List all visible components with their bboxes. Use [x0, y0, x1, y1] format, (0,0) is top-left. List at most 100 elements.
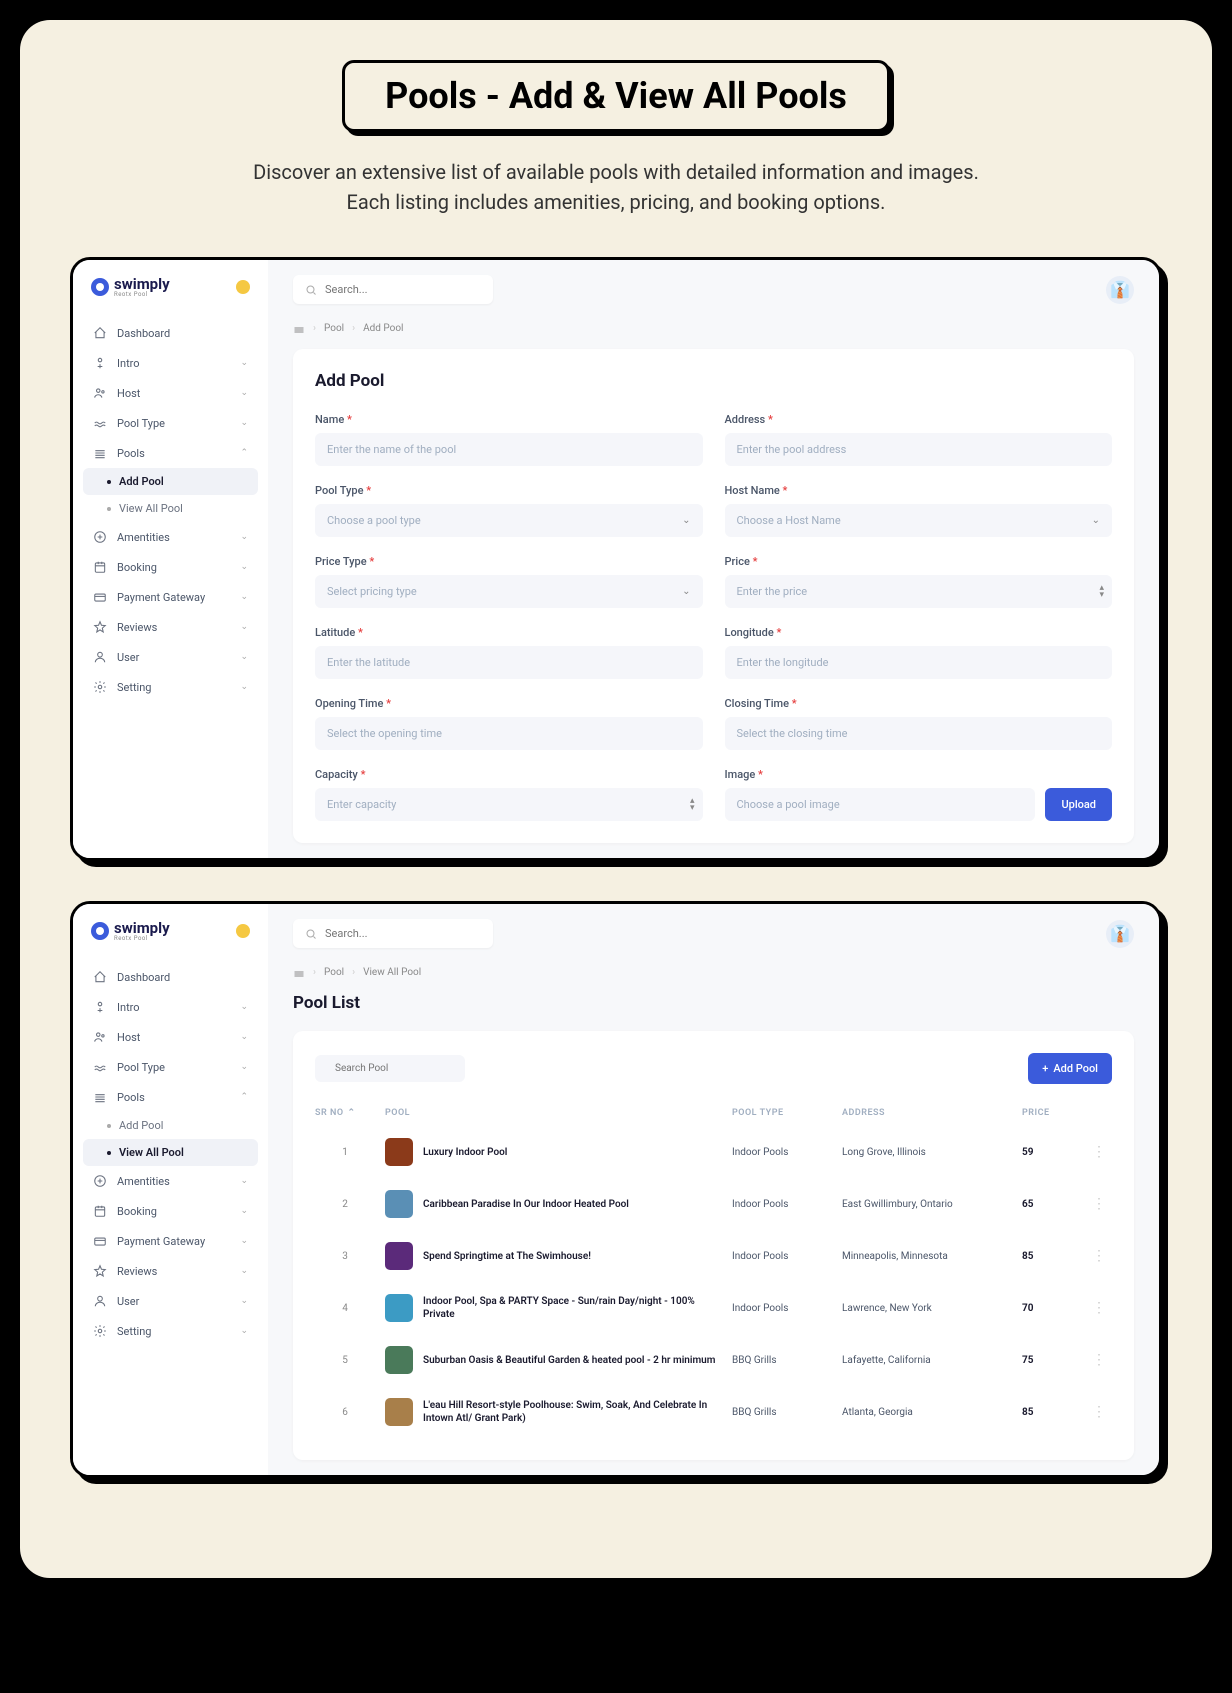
- number-stepper-icon[interactable]: ▴▾: [690, 797, 695, 811]
- sidebar-item-setting[interactable]: Setting ⌄: [83, 672, 258, 702]
- sidebar-item-host[interactable]: Host ⌄: [83, 378, 258, 408]
- more-icon[interactable]: ⋮: [1092, 1404, 1112, 1420]
- table-row[interactable]: 6 L'eau Hill Resort-style Poolhouse: Swi…: [315, 1386, 1112, 1438]
- closing-select[interactable]: Select the closing time: [725, 717, 1113, 750]
- sidebar-item-reviews[interactable]: Reviews ⌄: [83, 612, 258, 642]
- avatar[interactable]: 👔: [1106, 920, 1134, 948]
- opening-select[interactable]: Select the opening time: [315, 717, 703, 750]
- host-name-select[interactable]: Choose a Host Name⌄: [725, 504, 1113, 537]
- sidebar-item-host[interactable]: Host ⌄: [83, 1022, 258, 1052]
- avatar[interactable]: 👔: [1106, 276, 1134, 304]
- latitude-input[interactable]: [315, 646, 703, 679]
- sidebar-item-booking[interactable]: Booking ⌄: [83, 552, 258, 582]
- breadcrumb-pool[interactable]: Pool: [324, 323, 344, 334]
- sidebar-item-label: Amentities: [117, 531, 170, 544]
- more-icon[interactable]: ⋮: [1092, 1196, 1112, 1212]
- sidebar-item-dashboard[interactable]: Dashboard: [83, 318, 258, 348]
- pool-type-select[interactable]: Choose a pool type⌄: [315, 504, 703, 537]
- sidebar-item-intro[interactable]: Intro ⌄: [83, 992, 258, 1022]
- image-select[interactable]: Choose a pool image: [725, 788, 1036, 821]
- sidebar-item-booking[interactable]: Booking ⌄: [83, 1196, 258, 1226]
- sidebar-item-user[interactable]: User ⌄: [83, 1286, 258, 1316]
- chevron-down-icon: ⌄: [682, 586, 690, 597]
- breadcrumb: › Pool › View All Pool: [293, 966, 1134, 978]
- sidebar-item-dashboard[interactable]: Dashboard: [83, 962, 258, 992]
- sidebar-item-label: Payment Gateway: [117, 1235, 205, 1248]
- price-type-select[interactable]: Select pricing type⌄: [315, 575, 703, 608]
- price-label: Price *: [725, 555, 1113, 568]
- search-input[interactable]: [293, 275, 493, 304]
- more-icon[interactable]: ⋮: [1092, 1248, 1112, 1264]
- sidebar-item-pools[interactable]: Pools ⌃: [83, 438, 258, 468]
- pool-search-input[interactable]: [315, 1055, 465, 1082]
- upload-button[interactable]: Upload: [1045, 788, 1112, 821]
- sidebar-item-payment-gateway[interactable]: Payment Gateway ⌄: [83, 1226, 258, 1256]
- price-input[interactable]: [725, 575, 1113, 608]
- page-subtitle: Discover an extensive list of available …: [70, 157, 1162, 217]
- sidebar-sub-label: View All Pool: [119, 1146, 184, 1159]
- table-row[interactable]: 1 Luxury Indoor Pool Indoor Pools Long G…: [315, 1126, 1112, 1178]
- pool-type-icon: [93, 416, 107, 430]
- sidebar-sub-view-all-pool[interactable]: View All Pool: [83, 495, 258, 522]
- number-stepper-icon[interactable]: ▴▾: [1099, 584, 1104, 598]
- table-row[interactable]: 5 Suburban Oasis & Beautiful Garden & he…: [315, 1334, 1112, 1386]
- dot-icon: [107, 1151, 111, 1155]
- amentities-icon: [93, 1174, 107, 1188]
- row-sr: 1: [315, 1147, 375, 1158]
- sidebar-item-label: Pools: [117, 1091, 145, 1104]
- name-input[interactable]: [315, 433, 703, 466]
- booking-icon: [93, 1204, 107, 1218]
- pool-price: 75: [1022, 1355, 1082, 1366]
- sidebar-item-pool-type[interactable]: Pool Type ⌄: [83, 1052, 258, 1082]
- pool-type: Indoor Pools: [732, 1303, 832, 1314]
- sidebar-sub-add-pool[interactable]: Add Pool: [83, 468, 258, 495]
- sidebar-sub-add-pool[interactable]: Add Pool: [83, 1112, 258, 1139]
- sidebar: swimply Reotx Pool Dashboard Intro ⌄ Hos…: [73, 260, 268, 858]
- row-sr: 6: [315, 1407, 375, 1418]
- breadcrumb-pool[interactable]: Pool: [324, 967, 344, 978]
- price-type-label: Price Type *: [315, 555, 703, 568]
- pool-name: Spend Springtime at The Swimhouse!: [423, 1250, 591, 1263]
- dot-icon: [107, 480, 111, 484]
- sidebar-item-amentities[interactable]: Amentities ⌄: [83, 522, 258, 552]
- sidebar-item-pools[interactable]: Pools ⌃: [83, 1082, 258, 1112]
- logo[interactable]: swimply Reotx Pool: [83, 919, 258, 962]
- more-icon[interactable]: ⋮: [1092, 1300, 1112, 1316]
- reviews-icon: [93, 1264, 107, 1278]
- setting-icon: [93, 1324, 107, 1338]
- sidebar-sub-view-all-pool[interactable]: View All Pool: [83, 1139, 258, 1166]
- sidebar-item-label: Pool Type: [117, 1061, 165, 1074]
- longitude-input[interactable]: [725, 646, 1113, 679]
- host-icon: [93, 386, 107, 400]
- latitude-label: Latitude *: [315, 626, 703, 639]
- sidebar-item-reviews[interactable]: Reviews ⌄: [83, 1256, 258, 1286]
- sort-icon[interactable]: ⌃: [348, 1108, 356, 1118]
- pool-address: Minneapolis, Minnesota: [842, 1251, 1012, 1262]
- table-row[interactable]: 2 Caribbean Paradise In Our Indoor Heate…: [315, 1178, 1112, 1230]
- sidebar-item-label: Reviews: [117, 1265, 157, 1278]
- search-icon: [305, 284, 317, 296]
- sidebar-sub-label: View All Pool: [119, 502, 183, 515]
- chevron-down-icon: ⌄: [1092, 515, 1100, 526]
- more-icon[interactable]: ⋮: [1092, 1144, 1112, 1160]
- sidebar-item-intro[interactable]: Intro ⌄: [83, 348, 258, 378]
- reviews-icon: [93, 620, 107, 634]
- sidebar-item-label: Host: [117, 387, 140, 400]
- pool-address: Atlanta, Georgia: [842, 1407, 1012, 1418]
- sidebar-item-payment-gateway[interactable]: Payment Gateway ⌄: [83, 582, 258, 612]
- more-icon[interactable]: ⋮: [1092, 1352, 1112, 1368]
- address-input[interactable]: [725, 433, 1113, 466]
- sidebar-item-user[interactable]: User ⌄: [83, 642, 258, 672]
- capacity-input[interactable]: [315, 788, 703, 821]
- table-row[interactable]: 3 Spend Springtime at The Swimhouse! Ind…: [315, 1230, 1112, 1282]
- sidebar-item-pool-type[interactable]: Pool Type ⌄: [83, 408, 258, 438]
- add-pool-button[interactable]: + Add Pool: [1028, 1053, 1112, 1084]
- chevron-down-icon: ⌄: [240, 592, 248, 602]
- sidebar-item-amentities[interactable]: Amentities ⌄: [83, 1166, 258, 1196]
- logo-icon: [91, 278, 109, 296]
- search-input[interactable]: [293, 919, 493, 948]
- sidebar-item-setting[interactable]: Setting ⌄: [83, 1316, 258, 1346]
- table-row[interactable]: 4 Indoor Pool, Spa & PARTY Space - Sun/r…: [315, 1282, 1112, 1334]
- payment-gateway-icon: [93, 590, 107, 604]
- logo[interactable]: swimply Reotx Pool: [83, 275, 258, 318]
